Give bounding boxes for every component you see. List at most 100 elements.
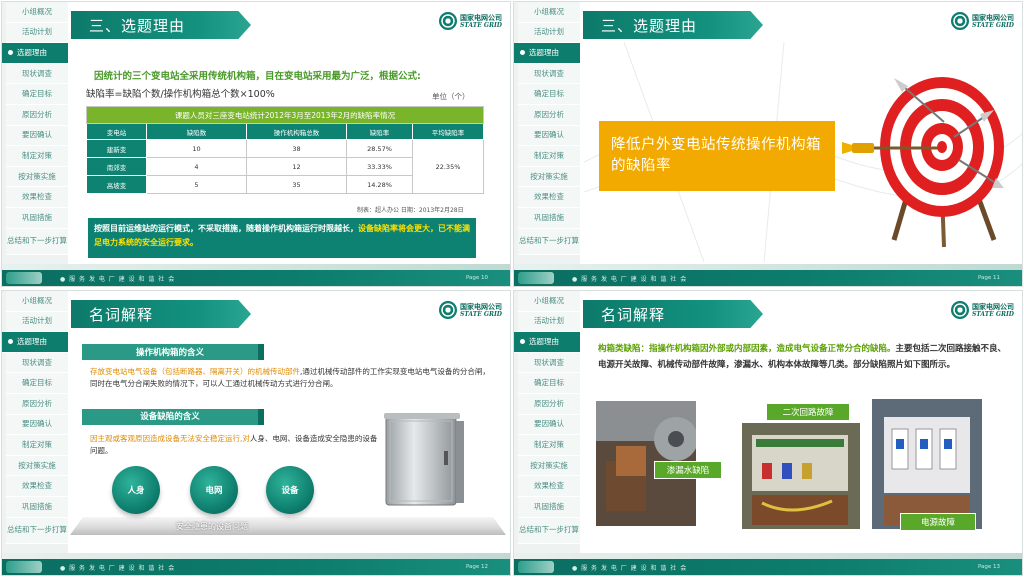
page-number: Page 10	[465, 275, 488, 281]
nav-label: 活动计划	[22, 27, 52, 37]
footer-bar: ● 服 务 发 电 厂 建 设 和 谐 社 会 Page 10	[2, 270, 510, 286]
slide-11[interactable]: 小组概况 活动计划 选题理由 现状调查 确定目标 原因分析 要因确认 制定对策 …	[513, 1, 1023, 287]
nav-item-9[interactable]: 效果检查	[518, 187, 580, 208]
nav-item-6[interactable]: 要因确认	[6, 414, 68, 436]
nav-item-5[interactable]: 原因分析	[518, 104, 580, 126]
nav-item-5[interactable]: 原因分析	[6, 393, 68, 415]
footer-slogan: ● 服 务 发 电 厂 建 设 和 谐 社 会	[572, 565, 688, 572]
nav-label: 效果检查	[22, 192, 52, 202]
nav-label: 效果检查	[534, 481, 564, 491]
footer-logo-icon	[6, 272, 42, 284]
nav-item-9[interactable]: 效果检查	[6, 187, 68, 208]
nav-item-5[interactable]: 原因分析	[6, 104, 68, 126]
definition-highlight: 存放变电站电气设备（包括断路器、隔离开关）的机械传动部件	[90, 367, 300, 376]
nav-label: 制定对策	[534, 150, 564, 160]
nav-label: 总结和下一步打算	[519, 525, 579, 535]
nav-item-5[interactable]: 原因分析	[518, 393, 580, 415]
state-grid-logo-icon	[950, 12, 969, 30]
nav-item-10[interactable]: 巩固措施	[518, 496, 580, 518]
table-cell: 高坡变	[86, 175, 147, 194]
photo-power-failure-icon	[872, 399, 982, 529]
sidebar-nav: 小组概况 活动计划 选题理由 现状调查 确定目标 原因分析 要因确认 制定对策 …	[2, 2, 68, 264]
state-grid-logo: 国家电网公司 STATE GRID	[950, 301, 1014, 319]
nav-item-8[interactable]: 按对策实施	[6, 455, 68, 477]
nav-item-8[interactable]: 按对策实施	[518, 166, 580, 188]
photo-label-power-failure: 电源故障	[900, 513, 976, 531]
nav-label: 确定目标	[534, 89, 564, 99]
logo-cn: 国家电网公司	[459, 302, 502, 311]
nav-label: 巩固措施	[22, 501, 52, 511]
nav-item-4[interactable]: 确定目标	[6, 373, 68, 394]
nav-item-1[interactable]: 活动计划	[6, 22, 68, 44]
average-cell: 22.35%	[412, 139, 484, 194]
table-cell: 38	[246, 139, 347, 158]
defect-rate-table: 课题人员对三座变电站统计2012年3月至2013年2月的缺陷率情况 变电站 缺陷…	[86, 106, 484, 194]
nav-item-10[interactable]: 巩固措施	[518, 207, 580, 229]
nav-item-1[interactable]: 活动计划	[518, 311, 580, 333]
nav-label: 小组概况	[22, 295, 52, 305]
nav-item-0[interactable]: 小组概况	[518, 2, 580, 23]
nav-label: 确定目标	[534, 378, 564, 388]
nav-item-0[interactable]: 小组概况	[518, 291, 580, 312]
nav-label: 总结和下一步打算	[7, 236, 67, 246]
table-header: 平均缺陷率	[412, 123, 484, 140]
slide-title: 三、选题理由	[583, 11, 763, 39]
photo-secondary-circuit	[742, 423, 860, 529]
nav-item-1[interactable]: 活动计划	[6, 311, 68, 333]
nav-item-4[interactable]: 确定目标	[518, 84, 580, 105]
nav-item-6[interactable]: 要因确认	[518, 125, 580, 147]
nav-item-7[interactable]: 制定对策	[6, 435, 68, 456]
logo-en: STATE GRID	[971, 310, 1014, 318]
slide-13[interactable]: 小组概况 活动计划 选题理由 现状调查 确定目标 原因分析 要因确认 制定对策 …	[513, 290, 1023, 576]
active-dot-icon	[520, 50, 525, 56]
logo-en: STATE GRID	[459, 21, 502, 29]
active-dot-icon	[8, 50, 13, 56]
nav-item-7[interactable]: 制定对策	[518, 435, 580, 456]
photo-power-failure	[872, 399, 982, 529]
nav-item-6[interactable]: 要因确认	[6, 125, 68, 147]
nav-item-8[interactable]: 按对策实施	[518, 455, 580, 477]
nav-item-10[interactable]: 巩固措施	[6, 496, 68, 518]
nav-label: 总结和下一步打算	[519, 236, 579, 246]
footer-bar: ● 服 务 发 电 厂 建 设 和 谐 社 会 Page 12	[2, 559, 510, 575]
page-number: Page 11	[977, 275, 1000, 281]
nav-item-3[interactable]: 现状调查	[6, 63, 68, 85]
nav-item-0[interactable]: 小组概况	[6, 291, 68, 312]
nav-item-3[interactable]: 现状调查	[6, 352, 68, 374]
nav-item-9[interactable]: 效果检查	[6, 476, 68, 497]
nav-item-2-active[interactable]: 选题理由	[2, 43, 68, 64]
table-cell: 4	[146, 157, 247, 176]
footer-slogan: ● 服 务 发 电 厂 建 设 和 谐 社 会	[572, 276, 688, 283]
nav-item-1[interactable]: 活动计划	[518, 22, 580, 44]
nav-item-3[interactable]: 现状调查	[518, 63, 580, 85]
nav-item-4[interactable]: 确定目标	[6, 84, 68, 105]
table-cell: 35	[246, 175, 347, 194]
nav-label: 现状调查	[534, 68, 564, 78]
nav-item-6[interactable]: 要因确认	[518, 414, 580, 436]
nav-item-8[interactable]: 按对策实施	[6, 166, 68, 188]
nav-label: 按对策实施	[530, 460, 568, 470]
nav-label: 制定对策	[22, 150, 52, 160]
state-grid-logo-icon	[438, 12, 457, 30]
nav-item-2-active[interactable]: 选题理由	[2, 332, 68, 353]
nav-label: 原因分析	[22, 398, 52, 408]
nav-item-2-active[interactable]: 选题理由	[514, 43, 580, 64]
nav-item-4[interactable]: 确定目标	[518, 373, 580, 394]
nav-item-2-active[interactable]: 选题理由	[514, 332, 580, 353]
nav-item-11[interactable]: 总结和下一步打算	[6, 228, 68, 255]
slide-12[interactable]: 小组概况 活动计划 选题理由 现状调查 确定目标 原因分析 要因确认 制定对策 …	[1, 290, 511, 576]
nav-label: 原因分析	[534, 109, 564, 119]
nav-item-0[interactable]: 小组概况	[6, 2, 68, 23]
nav-item-10[interactable]: 巩固措施	[6, 207, 68, 229]
nav-item-7[interactable]: 制定对策	[6, 146, 68, 167]
circle-person: 人身	[112, 466, 160, 514]
nav-label: 选题理由	[17, 47, 47, 57]
table-cell: 12	[246, 157, 347, 176]
nav-item-7[interactable]: 制定对策	[518, 146, 580, 167]
nav-item-11[interactable]: 总结和下一步打算	[518, 228, 580, 255]
slide-10[interactable]: 小组概况 活动计划 选题理由 现状调查 确定目标 原因分析 要因确认 制定对策 …	[1, 1, 511, 287]
nav-item-9[interactable]: 效果检查	[518, 476, 580, 497]
nav-item-3[interactable]: 现状调查	[518, 352, 580, 374]
nav-label: 现状调查	[534, 357, 564, 367]
nav-item-11[interactable]: 总结和下一步打算	[518, 517, 580, 544]
